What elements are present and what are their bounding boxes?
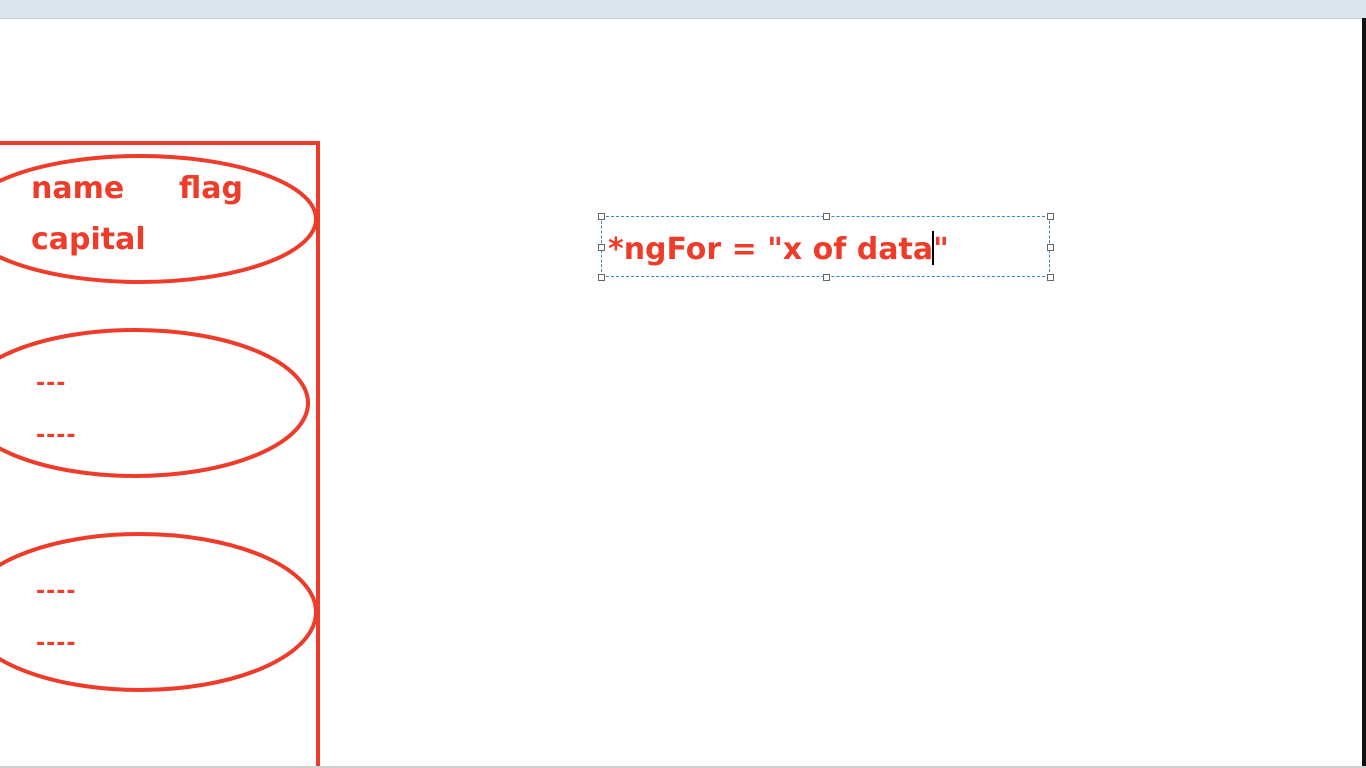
item-1-line-1: --- bbox=[36, 371, 67, 396]
annotation-text-before-caret: *ngFor = "x of data bbox=[608, 232, 934, 267]
drawing-canvas[interactable]: name flag capital --- ---- ---- ---- *ng… bbox=[0, 19, 1362, 768]
annotation-text-box[interactable]: *ngFor = "x of data" bbox=[598, 213, 1054, 281]
diagram-shapes bbox=[0, 141, 320, 768]
annotation-text[interactable]: *ngFor = "x of data" bbox=[608, 231, 949, 265]
resize-handle-middle-right[interactable] bbox=[1047, 244, 1054, 251]
item-2-line-1: ---- bbox=[36, 579, 77, 604]
resize-handle-top-right[interactable] bbox=[1047, 213, 1054, 220]
resize-handle-middle-left[interactable] bbox=[598, 244, 605, 251]
capital-label: capital bbox=[31, 222, 146, 257]
item-1-line-2: ---- bbox=[36, 423, 77, 448]
item-ellipse-1 bbox=[0, 328, 310, 478]
flag-label: flag bbox=[179, 171, 243, 206]
item-ellipse-2 bbox=[0, 532, 318, 692]
name-label: name bbox=[31, 171, 125, 206]
resize-handle-top-middle[interactable] bbox=[823, 213, 830, 220]
item-2-line-2: ---- bbox=[36, 631, 77, 656]
window-right-border bbox=[1362, 18, 1366, 768]
resize-handle-bottom-middle[interactable] bbox=[823, 274, 830, 281]
window-title-bar bbox=[0, 0, 1366, 19]
resize-handle-bottom-left[interactable] bbox=[598, 274, 605, 281]
resize-handle-top-left[interactable] bbox=[598, 213, 605, 220]
resize-handle-bottom-right[interactable] bbox=[1047, 274, 1054, 281]
annotation-text-after-caret: " bbox=[933, 232, 949, 267]
